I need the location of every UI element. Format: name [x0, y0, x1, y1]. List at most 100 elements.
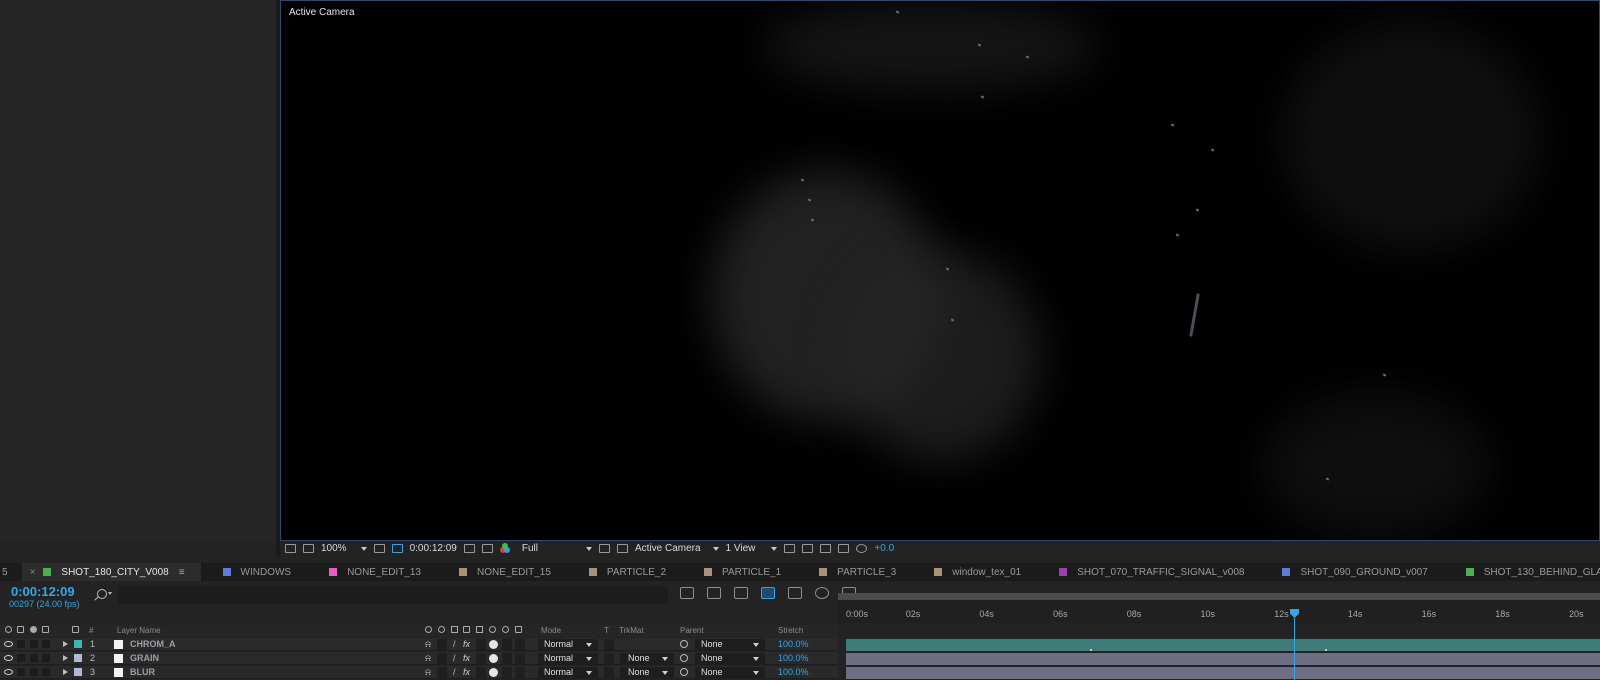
- solo-toggle[interactable]: [30, 640, 38, 648]
- stretch-value[interactable]: 100.0%: [778, 653, 809, 663]
- work-area-bar[interactable]: [838, 593, 1600, 600]
- effects-switch-icon[interactable]: fx: [463, 653, 470, 663]
- audio-toggle[interactable]: [17, 640, 25, 648]
- quality-switch-icon[interactable]: /: [453, 667, 456, 677]
- visibility-eye-icon[interactable]: [4, 669, 13, 675]
- color-channels-icon[interactable]: [499, 543, 511, 554]
- layer-name[interactable]: CHROM_A: [130, 639, 176, 649]
- keyframe-marker[interactable]: [1090, 649, 1092, 651]
- lock-icon[interactable]: [42, 626, 49, 633]
- viewer-timecode[interactable]: 0:00:12:09: [410, 543, 457, 554]
- resolution-dropdown[interactable]: Full: [522, 543, 592, 554]
- effects-switch-icon[interactable]: fx: [463, 667, 470, 677]
- effects-switch-icon[interactable]: [463, 626, 470, 633]
- layer-label-color[interactable]: [74, 654, 82, 662]
- tab-shot-130-behind-glass-v008[interactable]: SHOT_130_BEHIND_GLASS_V008: [1444, 563, 1600, 581]
- region-of-interest-icon[interactable]: [598, 544, 610, 553]
- collapse-switch[interactable]: [437, 653, 447, 664]
- layer-row[interactable]: 1 CHROM_A ⍾ / fx Normal None 100.0%: [0, 638, 1600, 651]
- parent-dropdown[interactable]: None: [695, 653, 765, 664]
- layer-duration-bar[interactable]: [846, 639, 1600, 651]
- 3d-layer-switch[interactable]: [515, 667, 525, 678]
- tab-particle-3[interactable]: PARTICLE_3: [797, 563, 912, 581]
- parent-pickwhip-icon[interactable]: [680, 668, 688, 676]
- column-t[interactable]: T: [604, 626, 609, 635]
- quality-switch-icon[interactable]: /: [453, 653, 456, 663]
- blend-mode-dropdown[interactable]: Normal: [538, 667, 598, 678]
- always-preview-icon[interactable]: [285, 544, 296, 553]
- zoom-dropdown[interactable]: 100%: [321, 543, 367, 554]
- layer-duration-bar[interactable]: [846, 667, 1600, 679]
- track-matte-dropdown[interactable]: None: [620, 667, 674, 678]
- close-icon[interactable]: ×: [30, 567, 36, 578]
- collapse-switch[interactable]: [437, 667, 447, 678]
- tab-shot-090-ground-v007[interactable]: SHOT_090_GROUND_v007: [1260, 563, 1443, 581]
- tab-none-edit-15[interactable]: NONE_EDIT_15: [437, 563, 567, 581]
- parent-pickwhip-icon[interactable]: [680, 640, 688, 648]
- adjustment-layer-switch[interactable]: [502, 653, 512, 664]
- shy-switch-icon[interactable]: ⍾: [425, 653, 431, 664]
- transparency-grid-icon[interactable]: [616, 544, 628, 553]
- 3d-layer-icon[interactable]: [515, 626, 522, 633]
- hide-shy-layers-icon[interactable]: [734, 587, 748, 599]
- timeline-icon[interactable]: [820, 544, 832, 553]
- column-parent[interactable]: Parent: [680, 626, 704, 635]
- audio-speaker-icon[interactable]: [17, 626, 24, 633]
- stretch-value[interactable]: 100.0%: [778, 639, 809, 649]
- visibility-eye-icon[interactable]: [4, 655, 13, 661]
- search-icon[interactable]: [97, 589, 107, 599]
- composition-viewer[interactable]: Active Camera: [280, 0, 1600, 541]
- chevron-down-icon[interactable]: [108, 592, 112, 595]
- collapse-switch-icon[interactable]: [438, 626, 445, 633]
- frame-blend-switch[interactable]: [476, 653, 486, 664]
- solo-icon[interactable]: [30, 626, 37, 633]
- 3d-layer-switch[interactable]: [515, 653, 525, 664]
- layer-label-color[interactable]: [74, 668, 82, 676]
- show-snapshot-icon[interactable]: [481, 544, 493, 553]
- adjustment-layer-switch[interactable]: [502, 639, 512, 650]
- exposure-value[interactable]: +0.0: [874, 543, 894, 554]
- column-mode[interactable]: Mode: [541, 626, 561, 635]
- column-number[interactable]: #: [89, 626, 93, 635]
- track-matte-dropdown[interactable]: None: [620, 653, 674, 664]
- column-layer-name[interactable]: Layer Name: [117, 626, 161, 635]
- parent-pickwhip-icon[interactable]: [680, 654, 688, 662]
- grid-guides-icon[interactable]: [373, 544, 385, 553]
- adjustment-layer-switch[interactable]: [502, 667, 512, 678]
- view-layout-dropdown[interactable]: 1 View: [726, 543, 778, 554]
- 3d-layer-switch[interactable]: [515, 639, 525, 650]
- composition-mini-flowchart-icon[interactable]: [680, 587, 694, 599]
- layer-row[interactable]: 3 BLUR ⍾ / fx Normal None None 100.0%: [0, 666, 1600, 679]
- tab-particle-1[interactable]: PARTICLE_1: [682, 563, 797, 581]
- frame-blend-switch-icon[interactable]: [476, 626, 483, 633]
- solo-toggle[interactable]: [30, 654, 38, 662]
- layer-row[interactable]: 2 GRAIN ⍾ / fx Normal None None 100.0%: [0, 652, 1600, 665]
- preserve-transparency-toggle[interactable]: [604, 653, 614, 664]
- frame-blend-switch[interactable]: [476, 667, 486, 678]
- motion-blur-icon[interactable]: [788, 587, 802, 599]
- layer-search-input[interactable]: [118, 586, 668, 604]
- mask-visibility-icon[interactable]: [391, 544, 403, 553]
- lock-toggle[interactable]: [42, 668, 50, 676]
- preserve-transparency-toggle[interactable]: [604, 667, 614, 678]
- tab-shot-070-traffic-signal-v008[interactable]: SHOT_070_TRAFFIC_SIGNAL_v008: [1037, 563, 1260, 581]
- fast-previews-icon[interactable]: [802, 544, 814, 553]
- draft-3d-icon[interactable]: [707, 587, 721, 599]
- reset-exposure-icon[interactable]: [856, 544, 868, 553]
- camera-view-dropdown[interactable]: Active Camera: [635, 543, 719, 554]
- twirl-expand-icon[interactable]: [63, 655, 68, 661]
- visibility-eye-icon[interactable]: [4, 641, 13, 647]
- current-time-indicator-line[interactable]: [1294, 618, 1295, 680]
- current-time-display[interactable]: 0:00:12:09: [11, 584, 75, 599]
- lock-toggle[interactable]: [42, 640, 50, 648]
- quality-switch-icon[interactable]: /: [453, 639, 456, 649]
- motion-blur-switch-icon[interactable]: [489, 626, 496, 633]
- lock-toggle[interactable]: [42, 654, 50, 662]
- blend-mode-dropdown[interactable]: Normal: [538, 653, 598, 664]
- parent-dropdown[interactable]: None: [695, 639, 765, 650]
- solo-toggle[interactable]: [30, 668, 38, 676]
- shy-switch-icon[interactable]: ⍾: [425, 639, 431, 650]
- twirl-expand-icon[interactable]: [63, 641, 68, 647]
- graph-editor-icon[interactable]: [815, 587, 829, 599]
- motion-blur-switch-icon[interactable]: [489, 668, 498, 677]
